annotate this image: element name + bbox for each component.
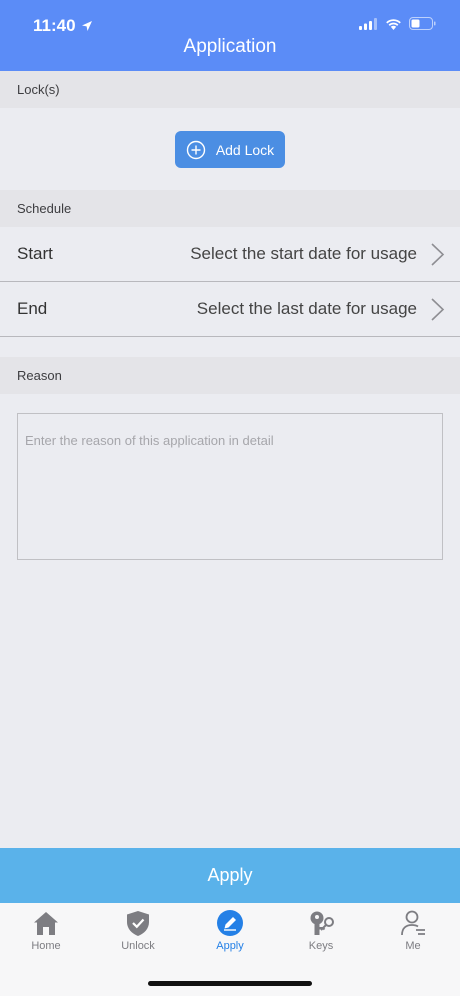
add-lock-label: Add Lock [215,141,275,158]
shield-check-icon [127,911,149,936]
page-title: Application [183,36,277,57]
end-date-value: Select the last date for usage [196,299,417,318]
app-header: 11:40 Application [0,0,460,71]
end-date-label: End [17,299,48,318]
add-lock-button[interactable]: Add Lock [175,131,285,168]
tab-unlock[interactable]: Unlock [98,909,178,952]
start-date-label: Start [17,244,53,263]
tab-label-keys: Keys [308,940,334,952]
tab-apply[interactable]: Apply [190,909,270,952]
tab-keys[interactable]: Keys [281,909,361,952]
section-header-locks: Lock(s) [0,71,460,108]
status-bar-indicators [359,17,436,30]
tab-home[interactable]: Home [6,909,86,952]
tab-me[interactable]: Me [373,909,453,952]
tab-label-unlock: Unlock [121,940,155,952]
apply-button[interactable]: Apply [0,848,460,903]
chevron-right-icon [431,298,445,321]
tab-label-home: Home [31,940,61,952]
pencil-circle-icon [217,910,243,936]
person-icon [401,910,425,936]
plus-circle-icon [186,140,206,159]
section-title-reason: Reason [17,368,62,383]
section-header-schedule: Schedule [0,190,460,227]
location-arrow-icon [81,21,92,31]
end-date-row[interactable]: End Select the last date for usage [0,282,460,337]
start-date-value: Select the start date for usage [190,244,417,263]
keys-icon [310,911,334,935]
start-date-row[interactable]: Start Select the start date for usage [0,227,460,282]
wifi-icon [386,18,401,30]
tab-label-me: Me [405,940,421,952]
home-indicator [148,981,312,986]
status-time-text: 11:40 [33,16,76,35]
reason-textarea[interactable] [17,413,443,560]
section-title-locks: Lock(s) [17,82,60,97]
chevron-right-icon [431,243,445,266]
status-bar-time: 11:40 [33,16,93,36]
section-header-reason: Reason [0,357,460,394]
battery-icon [409,17,436,30]
home-icon [34,912,58,935]
section-title-schedule: Schedule [17,201,72,216]
tab-label-apply: Apply [216,940,244,952]
apply-button-label: Apply [207,865,253,885]
cellular-signal-icon [359,17,377,30]
